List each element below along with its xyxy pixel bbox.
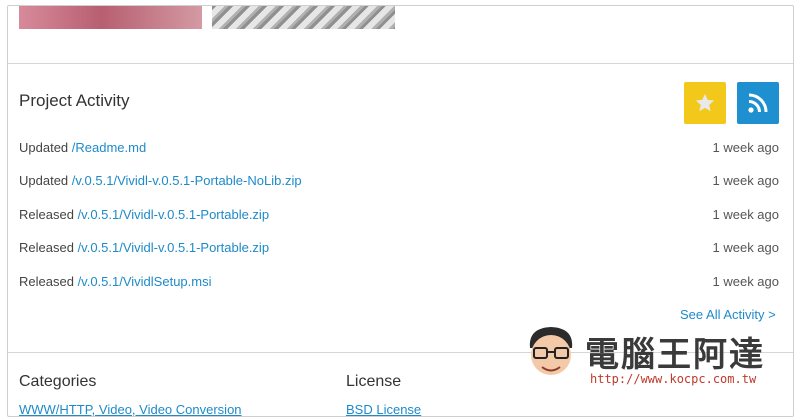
activity-time: 1 week ago (712, 173, 780, 188)
activity-verb: Released (19, 274, 74, 289)
activity-file-link[interactable]: /v.0.5.1/Vividl-v.0.5.1-Portable.zip (78, 240, 269, 255)
activity-item: Released /v.0.5.1/Vividl-v.0.5.1-Portabl… (19, 207, 779, 225)
activity-file-link[interactable]: /v.0.5.1/Vividl-v.0.5.1-Portable.zip (78, 207, 269, 222)
activity-verb: Released (19, 207, 74, 222)
star-icon (695, 93, 715, 112)
activity-file-link[interactable]: /Readme.md (72, 140, 146, 155)
screenshot-thumbnail-1[interactable] (19, 6, 202, 29)
see-all-activity-link[interactable]: See All Activity > (680, 307, 776, 322)
activity-time: 1 week ago (712, 140, 780, 155)
activity-item: Updated /Readme.md 1 week ago (19, 140, 779, 158)
rss-feed-button[interactable] (737, 82, 779, 124)
watermark-text: 電腦王阿達 (585, 335, 765, 375)
activity-item: Released /v.0.5.1/VividlSetup.msi 1 week… (19, 274, 779, 292)
activity-verb: Updated (19, 140, 69, 155)
activity-time: 1 week ago (712, 240, 780, 255)
activity-file-link[interactable]: /v.0.5.1/VividlSetup.msi (78, 274, 212, 289)
project-page: Project Activity Updated /Readme.md 1 we… (7, 5, 794, 417)
star-button[interactable] (684, 82, 726, 124)
license-link[interactable]: BSD License (346, 402, 421, 416)
watermark-url: http://www.kocpc.com.tw (590, 372, 757, 386)
activity-verb: Released (19, 240, 74, 255)
activity-file-link[interactable]: /v.0.5.1/Vividl-v.0.5.1-Portable-NoLib.z… (72, 173, 302, 188)
watermark: 電腦王阿達 http://www.kocpc.com.tw (520, 322, 790, 392)
mascot-logo-icon (529, 327, 573, 375)
rss-icon (748, 93, 768, 113)
activity-time: 1 week ago (712, 207, 780, 222)
activity-item: Released /v.0.5.1/Vividl-v.0.5.1-Portabl… (19, 240, 779, 258)
project-activity-title: Project Activity (19, 91, 130, 110)
categories-title: Categories (19, 373, 97, 390)
license-title: License (346, 373, 402, 390)
activity-item: Updated /v.0.5.1/Vividl-v.0.5.1-Portable… (19, 173, 779, 191)
activity-verb: Updated (19, 173, 69, 188)
screenshot-thumbnail-2[interactable] (212, 6, 395, 29)
categories-link[interactable]: WWW/HTTP, Video, Video Conversion (19, 402, 242, 416)
activity-time: 1 week ago (712, 274, 780, 289)
section-divider (8, 63, 793, 64)
